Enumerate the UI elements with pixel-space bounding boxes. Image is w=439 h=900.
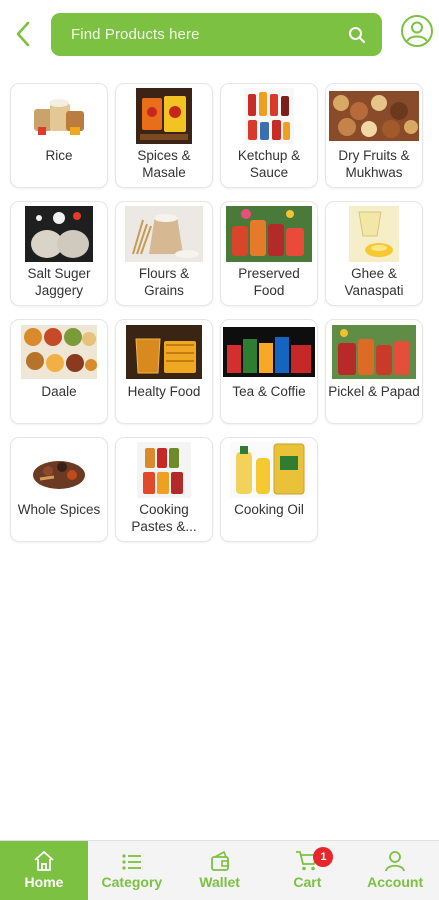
tea-coffee-image	[222, 324, 316, 380]
wallet-icon	[209, 848, 231, 872]
back-button[interactable]	[8, 18, 38, 50]
nav-home[interactable]: Home	[0, 841, 88, 900]
nav-wallet[interactable]: Wallet	[176, 841, 264, 900]
nav-account[interactable]: Account	[351, 841, 439, 900]
user-circle-icon	[401, 15, 433, 47]
category-label: Ghee & Vanaspati	[344, 266, 404, 298]
dry-fruits-image	[328, 88, 420, 144]
nav-label: Home	[24, 874, 64, 890]
healthy-food-image	[125, 324, 203, 380]
cooking-oil-image	[229, 442, 309, 498]
category-card-flours[interactable]: Flours & Grains	[115, 201, 213, 306]
category-card-daale[interactable]: Daale	[10, 319, 108, 424]
flours-image	[124, 206, 204, 262]
category-card-ghee[interactable]: Ghee & Vanaspati	[325, 201, 423, 306]
category-card-tea-coffee[interactable]: Tea & Coffie	[220, 319, 318, 424]
chevron-left-icon	[16, 21, 30, 47]
category-label: Tea & Coffie	[232, 384, 306, 399]
category-card-dry-fruits[interactable]: Dry Fruits & Mukhwas	[325, 83, 423, 188]
nav-label: Wallet	[199, 874, 240, 890]
user-icon	[384, 848, 406, 872]
cart-badge: 1	[313, 847, 334, 867]
category-label: Daale	[41, 384, 77, 399]
category-label: Salt Suger Jaggery	[27, 266, 91, 298]
category-card-healthy-food[interactable]: Healty Food	[115, 319, 213, 424]
nav-label: Account	[367, 874, 424, 890]
category-label: Dry Fruits & Mukhwas	[338, 148, 410, 180]
rice-image	[29, 88, 89, 144]
category-card-ketchup[interactable]: Ketchup & Sauce	[220, 83, 318, 188]
category-label: Flours & Grains	[138, 266, 190, 298]
category-card-salt-sugar[interactable]: Salt Suger Jaggery	[10, 201, 108, 306]
ketchup-image	[243, 88, 295, 144]
category-card-cooking-pastes[interactable]: Cooking Pastes &...	[115, 437, 213, 542]
category-label: Preserved Food	[238, 266, 300, 298]
preserved-food-image	[225, 206, 313, 262]
app-header: Find Products here	[0, 0, 439, 70]
nav-label: Cart	[293, 874, 322, 890]
category-label: Healty Food	[127, 384, 201, 399]
ghee-image	[348, 206, 400, 262]
home-icon	[33, 848, 55, 872]
category-label: Pickel & Papad	[328, 384, 420, 399]
search-input[interactable]: Find Products here	[51, 13, 382, 56]
whole-spices-image	[29, 442, 89, 498]
category-label: Cooking Oil	[234, 502, 304, 517]
category-card-preserved-food[interactable]: Preserved Food	[220, 201, 318, 306]
nav-category[interactable]: Category	[88, 841, 176, 900]
bottom-navigation: Home Category Wallet 1 Cart Account	[0, 840, 439, 900]
list-icon	[121, 848, 143, 872]
category-label: Ketchup & Sauce	[237, 148, 301, 180]
pickle-papad-image	[331, 324, 417, 380]
search-placeholder: Find Products here	[71, 26, 200, 43]
search-icon[interactable]	[346, 24, 368, 46]
category-label: Rice	[45, 148, 73, 163]
spices-image	[135, 88, 193, 144]
category-card-spices[interactable]: Spices & Masale	[115, 83, 213, 188]
category-label: Spices & Masale	[137, 148, 191, 180]
daale-image	[20, 324, 98, 380]
nav-cart[interactable]: 1 Cart	[264, 841, 352, 900]
profile-button[interactable]	[400, 14, 434, 48]
category-card-rice[interactable]: Rice	[10, 83, 108, 188]
category-label: Cooking Pastes &...	[131, 502, 197, 534]
category-card-cooking-oil[interactable]: Cooking Oil	[220, 437, 318, 542]
nav-label: Category	[101, 874, 163, 890]
category-label: Whole Spices	[17, 502, 101, 517]
category-card-whole-spices[interactable]: Whole Spices	[10, 437, 108, 542]
cooking-pastes-image	[136, 442, 192, 498]
salt-sugar-image	[24, 206, 94, 262]
category-card-pickle-papad[interactable]: Pickel & Papad	[325, 319, 423, 424]
